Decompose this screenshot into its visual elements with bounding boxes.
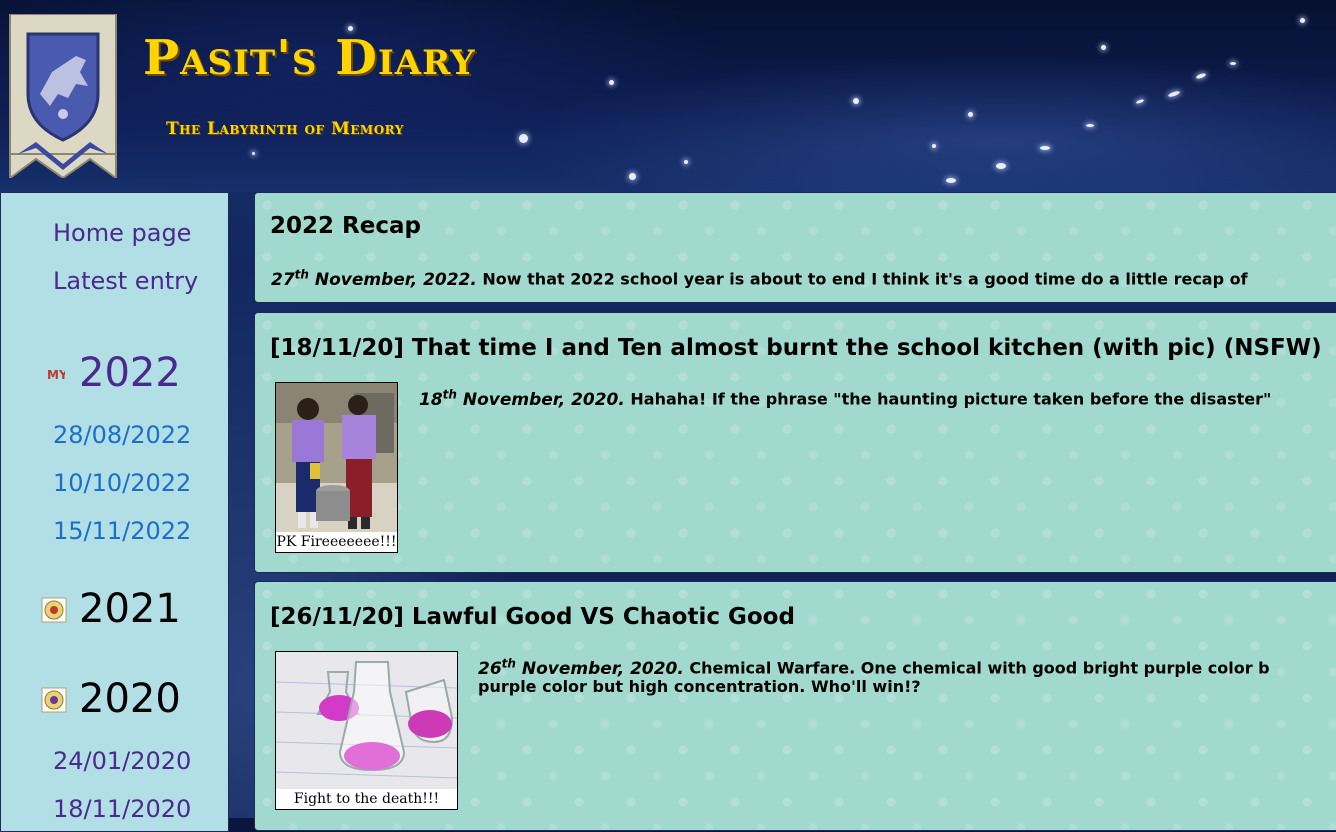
star — [946, 178, 956, 183]
svg-text:MY: MY — [47, 368, 65, 382]
post-photo-figure[interactable]: PK Fireeeeeee!!! — [275, 382, 398, 553]
post-text-line-2: purple color but high concentration. Who… — [478, 677, 921, 696]
star — [968, 112, 973, 117]
flasks-photo — [275, 652, 458, 789]
star — [684, 160, 688, 164]
site-subtitle: The Labyrinth of Memory — [166, 119, 404, 139]
post-text: Hahaha! If the phrase "the haunting pict… — [624, 389, 1272, 409]
star — [1101, 45, 1106, 50]
photo-caption: PK Fireeeeeee!!! — [276, 532, 397, 552]
post-photo-figure[interactable]: Fight to the death!!! — [275, 651, 458, 810]
star — [609, 80, 614, 85]
post-date: 27th November, 2022. — [271, 267, 477, 290]
star — [932, 144, 936, 148]
date-link-10-10-2022[interactable]: 10/10/2022 — [53, 468, 191, 498]
year-label: 2020 — [79, 676, 181, 722]
site-header: Pasit's Diary The Labyrinth of Memory — [0, 0, 1336, 192]
crest-banner-logo[interactable] — [6, 14, 120, 178]
post-date: 18th November, 2020. — [419, 387, 625, 410]
home-page-link[interactable]: Home page — [53, 218, 191, 248]
star — [1135, 98, 1145, 105]
post-text: Chemical Warfare. One chemical with good… — [683, 658, 1270, 678]
post-title[interactable]: [18/11/20] That time I and Ten almost bu… — [270, 333, 1322, 363]
star — [1167, 90, 1181, 98]
star — [996, 163, 1006, 169]
latest-entry-link[interactable]: Latest entry — [53, 266, 198, 296]
post-school-kitchen: [18/11/20] That time I and Ten almost bu… — [254, 312, 1336, 573]
star — [1040, 146, 1050, 150]
star — [853, 98, 859, 104]
date-link-18-11-2020[interactable]: 18/11/2020 — [53, 794, 191, 824]
post-title[interactable]: [26/11/20] Lawful Good VS Chaotic Good — [270, 602, 795, 632]
star — [1195, 72, 1207, 80]
star — [629, 173, 636, 180]
date-link-28-08-2022[interactable]: 28/08/2022 — [53, 420, 191, 450]
kitchen-photo — [276, 383, 397, 532]
date-link-24-01-2020[interactable]: 24/01/2020 — [53, 746, 191, 776]
post-title[interactable]: 2022 Recap — [270, 211, 421, 241]
post-excerpt: 18th November, 2020. Hahaha! If the phra… — [419, 384, 1271, 411]
year-logo-icon: MY — [47, 368, 65, 382]
post-text: Now that 2022 school year is about to en… — [476, 269, 1248, 289]
year-label: 2022 — [79, 350, 181, 396]
school-seal-icon — [41, 597, 67, 623]
year-label: 2021 — [79, 586, 181, 632]
photo-caption: Fight to the death!!! — [276, 789, 457, 809]
star — [1230, 62, 1236, 65]
star — [252, 152, 255, 155]
post-excerpt: 27th November, 2022. Now that 2022 schoo… — [271, 264, 1248, 291]
star — [519, 134, 528, 143]
site-title[interactable]: Pasit's Diary — [143, 28, 476, 88]
star — [1300, 18, 1305, 23]
post-2022-recap: 2022 Recap 27th November, 2022. Now that… — [254, 192, 1336, 303]
star — [1086, 124, 1094, 127]
date-link-15-11-2022[interactable]: 15/11/2022 — [53, 516, 191, 546]
sidebar-nav: Home page Latest entry MY 2022 28/08/202… — [0, 192, 229, 832]
post-lawful-vs-chaotic: [26/11/20] Lawful Good VS Chaotic Good F… — [254, 581, 1336, 831]
school-seal-icon — [41, 687, 67, 713]
